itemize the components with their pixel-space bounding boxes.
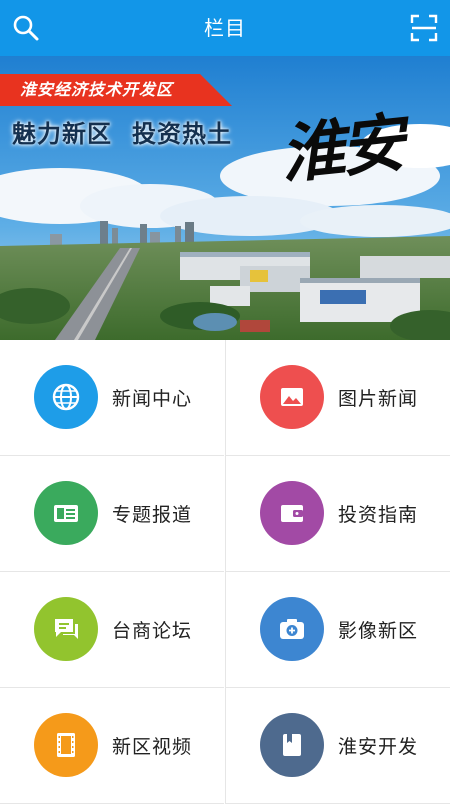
chat-icon [55,619,78,639]
menu-item-label: 影像新区 [338,620,419,642]
slogan-right: 投资热土 [132,120,232,148]
banner-slogan: 魅力新区 投资热土 [12,114,232,149]
newspaper-icon [54,505,78,522]
banner-ribbon-text: 淮安经济技术开发区 [20,80,174,99]
menu-item-label: 淮安开发 [338,736,419,758]
menu-item-investment-guide[interactable]: 投资指南 [225,456,450,572]
slogan-left: 魅力新区 [12,120,112,148]
menu-item-label: 图片新闻 [338,388,419,410]
scan-icon [410,14,438,42]
menu-item-label: 专题报道 [112,504,193,526]
menu-item-news-center[interactable]: 新闻中心 [0,340,224,456]
menu-item-district-video[interactable]: 新区视频 [0,688,224,804]
menu-item-image-district[interactable]: 影像新区 [225,572,450,688]
menu-item-photo-news[interactable]: 图片新闻 [225,340,450,456]
menu-item-label: 投资指南 [338,504,419,526]
wallet-icon [281,505,303,522]
image-icon [281,388,303,406]
menu-item-label: 新区视频 [112,736,193,758]
book-icon [283,734,301,756]
globe-icon [52,383,80,411]
banner-calligraphy: 淮安 [276,105,405,194]
menu-grid: 新闻中心 图片新闻 专题报道 投资指南 台商论坛 影像新区 新区视频 淮安开发 [0,340,450,804]
top-app-bar: 栏目 [0,0,450,56]
menu-item-business-forum[interactable]: 台商论坛 [0,572,224,688]
page-title: 栏目 [204,16,246,40]
scan-button[interactable] [408,12,440,44]
camera-icon [280,619,304,639]
menu-item-label: 台商论坛 [112,620,193,642]
menu-item-label: 新闻中心 [112,388,193,410]
hero-banner[interactable]: 淮安经济技术开发区 魅力新区 投资热土 淮安 [0,56,450,340]
menu-item-special-reports[interactable]: 专题报道 [0,456,224,572]
film-icon [57,733,75,757]
menu-item-huaian-development[interactable]: 淮安开发 [225,688,450,804]
